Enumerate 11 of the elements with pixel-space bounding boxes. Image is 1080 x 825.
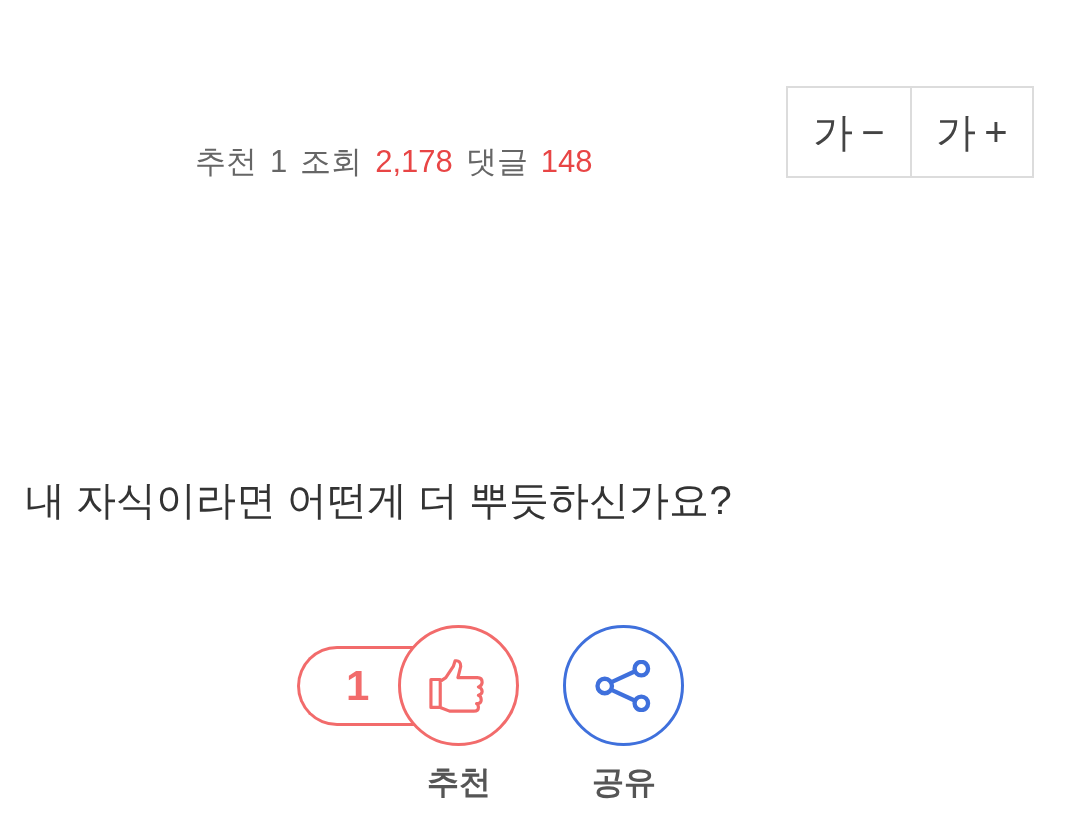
stat-label: 조회 [300,143,363,181]
share-label: 공유 [591,764,656,800]
recommend-label: 추천 [426,764,491,800]
stat-label: 댓글 [465,143,528,181]
stat-value: 2,178 [375,143,453,181]
stat-value: 148 [540,143,593,181]
question-text: 내 자식이라면 어떤게 더 뿌듯하신가요? [25,477,733,524]
thumbs-up-icon [428,658,485,713]
stat-label: 추천 [195,143,257,181]
share-icon [594,659,653,712]
stat-value: 1 [270,143,288,181]
